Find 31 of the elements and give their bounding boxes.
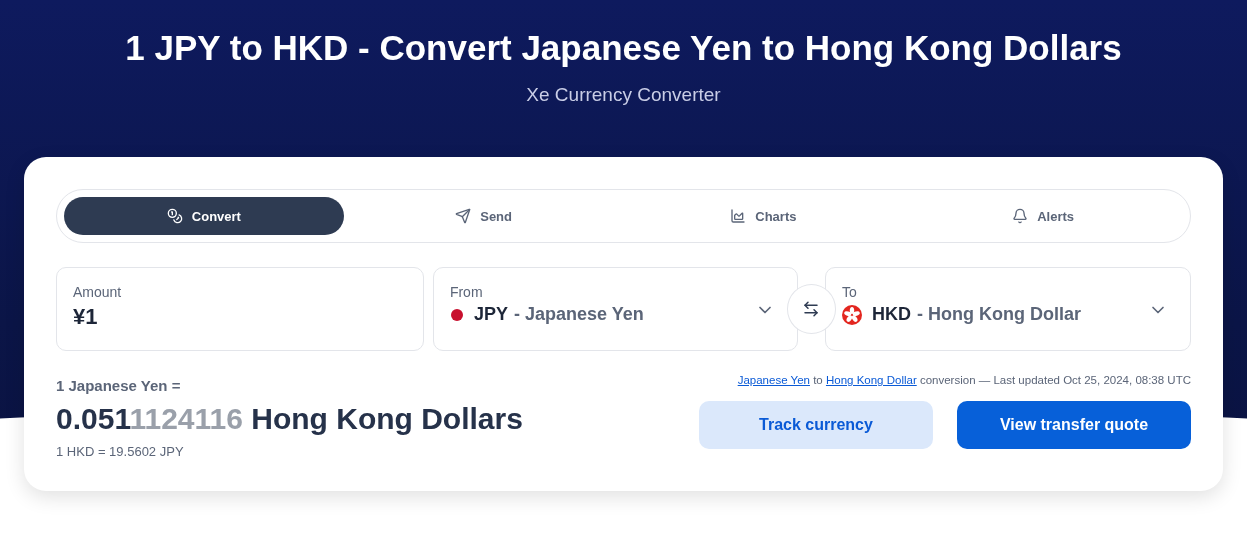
track-currency-button[interactable]: Track currency [699, 401, 933, 449]
field-label: From [449, 284, 484, 300]
round-flag-icon [449, 307, 464, 322]
page-subtitle: Xe Currency Converter [526, 84, 721, 106]
conversion-result: 0.0511124116 Hong Kong Dollars [56, 402, 523, 436]
tab[interactable]: Send [343, 197, 624, 235]
inverse-rate: 1 HKD = 19.5602 JPY [56, 444, 185, 459]
tab[interactable]: Convert [64, 197, 344, 235]
currency-code: JPY [473, 304, 508, 325]
field-label: Amount [73, 284, 123, 300]
currency-name: - Hong Kong Dollar [917, 304, 1082, 325]
currency-code: HKD [872, 304, 912, 325]
base-amount: 1 Japanese Yen = [56, 377, 182, 394]
currency-link[interactable]: Japanese Yen [737, 374, 810, 386]
swap-arrows-icon [802, 300, 821, 318]
field-label: To [842, 284, 858, 300]
currency-name: - Japanese Yen [513, 304, 644, 325]
update-note: Japanese Yen to Hong Kong Dollar conversion — Last updated Oct 25, 2024, 08:38 UTC [737, 374, 1191, 386]
currency-select[interactable]: To HKD - Hong Kong Dollar [825, 267, 1191, 351]
transfer-quote-button[interactable]: View transfer quote [957, 401, 1191, 449]
tab[interactable]: Alerts [903, 197, 1183, 235]
bell-icon [1012, 208, 1029, 224]
flower-flag-icon [842, 304, 863, 325]
tab[interactable]: Charts [623, 197, 904, 235]
paper-plane-icon [455, 208, 472, 224]
chart-icon [730, 208, 747, 224]
amount-value: ¥1 [73, 304, 99, 330]
amount-field[interactable]: Amount ¥1 [56, 267, 424, 351]
coins-icon [166, 208, 183, 224]
page-title: 1 JPY to HKD - Convert Japanese Yen to Hong Kong Dollars [125, 28, 1122, 68]
currency-link[interactable]: Hong Kong Dollar [825, 374, 917, 386]
